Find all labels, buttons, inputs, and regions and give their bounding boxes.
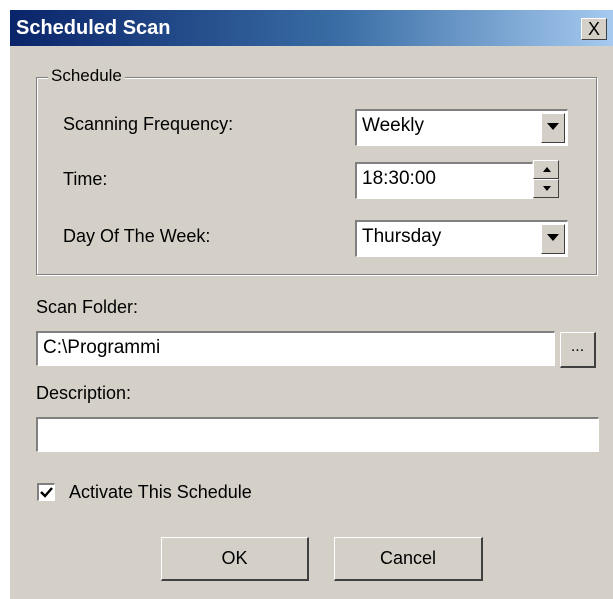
activate-label: Activate This Schedule (69, 482, 252, 502)
title-bar: Scheduled Scan (10, 10, 613, 46)
frequency-select[interactable]: Weekly (355, 109, 568, 146)
spin-up-button[interactable] (533, 160, 559, 179)
browse-label: ... (570, 338, 585, 355)
scan-folder-label: Scan Folder: (36, 297, 139, 317)
scheduled-scan-dialog: Scheduled Scan X Schedule Scanning Frequ… (10, 10, 613, 599)
frequency-label: Scanning Frequency: (63, 114, 234, 134)
time-spinner[interactable] (533, 160, 559, 198)
spin-up-icon (543, 167, 551, 172)
spin-down-button[interactable] (533, 179, 559, 198)
close-icon: X (587, 19, 600, 39)
browse-button[interactable]: ... (560, 332, 596, 368)
description-input[interactable] (36, 417, 599, 452)
activate-checkbox[interactable] (37, 483, 55, 501)
spin-down-icon (543, 186, 551, 191)
ok-label: OK (221, 548, 248, 568)
chevron-down-icon (547, 234, 559, 241)
close-button[interactable]: X (581, 18, 607, 40)
day-dropdown-button[interactable] (541, 224, 565, 254)
day-select[interactable]: Thursday (355, 220, 568, 257)
description-label: Description: (36, 383, 132, 403)
chevron-down-icon (547, 123, 559, 130)
day-label: Day Of The Week: (63, 226, 211, 246)
frequency-value: Weekly (362, 115, 424, 136)
scan-folder-input[interactable]: C:\Programmi (36, 331, 555, 366)
cancel-button[interactable]: Cancel (334, 537, 483, 581)
frequency-dropdown-button[interactable] (541, 113, 565, 143)
time-value: 18:30:00 (362, 168, 436, 189)
cancel-label: Cancel (379, 548, 437, 568)
ok-button[interactable]: OK (161, 537, 309, 581)
time-label: Time: (63, 169, 108, 189)
window-title: Scheduled Scan (16, 17, 171, 39)
scan-folder-value: C:\Programmi (43, 337, 161, 358)
time-input[interactable]: 18:30:00 (355, 162, 533, 199)
day-value: Thursday (362, 226, 442, 247)
schedule-group-title: Schedule (48, 66, 125, 86)
check-icon (40, 487, 53, 498)
